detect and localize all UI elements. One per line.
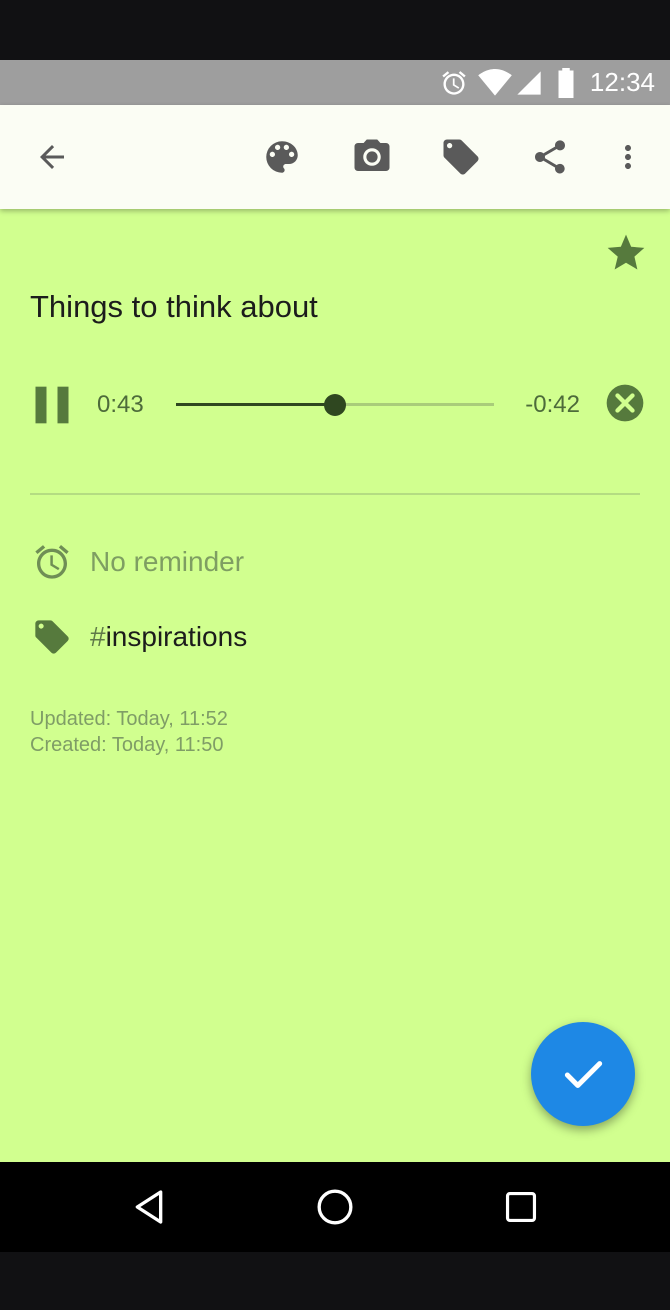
camera-icon — [354, 139, 390, 171]
label-tag-icon — [32, 617, 72, 657]
tag-icon — [443, 139, 479, 175]
created-timestamp: Created: Today, 11:50 — [30, 734, 224, 756]
divider — [30, 493, 640, 495]
tag-hash: # — [90, 621, 106, 652]
status-bar: 12:34 — [0, 60, 670, 105]
done-fab[interactable] — [531, 1022, 635, 1126]
more-options-button[interactable] — [602, 131, 654, 183]
close-circle-icon — [606, 384, 644, 422]
audio-current-time: 0:43 — [97, 391, 144, 418]
battery-icon — [555, 60, 577, 105]
pause-icon — [35, 386, 69, 424]
audio-seek-bar[interactable] — [176, 393, 494, 417]
remove-audio-button[interactable] — [605, 383, 645, 423]
color-button[interactable] — [256, 131, 308, 183]
note-title[interactable]: Things to think about — [30, 289, 318, 325]
top-black-band — [0, 0, 670, 60]
signal-icon — [515, 60, 543, 105]
more-vert-icon — [625, 145, 631, 169]
share-icon — [535, 140, 565, 174]
star-icon — [607, 234, 645, 270]
nav-recents-button[interactable] — [493, 1179, 549, 1235]
tag-field[interactable]: #inspirations — [90, 621, 247, 653]
share-button[interactable] — [524, 131, 576, 183]
reminder-field[interactable]: No reminder — [90, 546, 244, 578]
tag-name: inspirations — [105, 621, 248, 652]
home-circle-icon — [317, 1189, 353, 1225]
system-nav-bar — [0, 1162, 670, 1252]
alarm-clock-icon — [32, 542, 72, 582]
back-triangle-icon — [135, 1190, 163, 1224]
nav-home-button[interactable] — [307, 1179, 363, 1235]
star-toggle[interactable] — [604, 231, 648, 275]
note-content: Things to think about 0:43 -0:42 No remi… — [0, 209, 670, 1162]
seek-thumb[interactable] — [324, 394, 346, 416]
note-toolbar — [0, 105, 670, 209]
bottom-black-band — [0, 1252, 670, 1310]
check-icon — [564, 1061, 603, 1088]
pause-button[interactable] — [30, 383, 74, 427]
tag-button[interactable] — [435, 131, 487, 183]
nav-back-button[interactable] — [121, 1179, 177, 1235]
seek-progress — [176, 403, 335, 406]
recents-square-icon — [505, 1191, 537, 1223]
camera-button[interactable] — [346, 131, 398, 183]
back-arrow-icon — [40, 145, 64, 169]
alarm-icon — [440, 60, 468, 105]
palette-icon — [266, 141, 298, 173]
updated-timestamp: Updated: Today, 11:52 — [30, 708, 228, 730]
wifi-icon — [478, 60, 512, 105]
back-button[interactable] — [26, 131, 78, 183]
status-time: 12:34 — [589, 67, 655, 97]
audio-remaining-time: -0:42 — [525, 391, 580, 418]
